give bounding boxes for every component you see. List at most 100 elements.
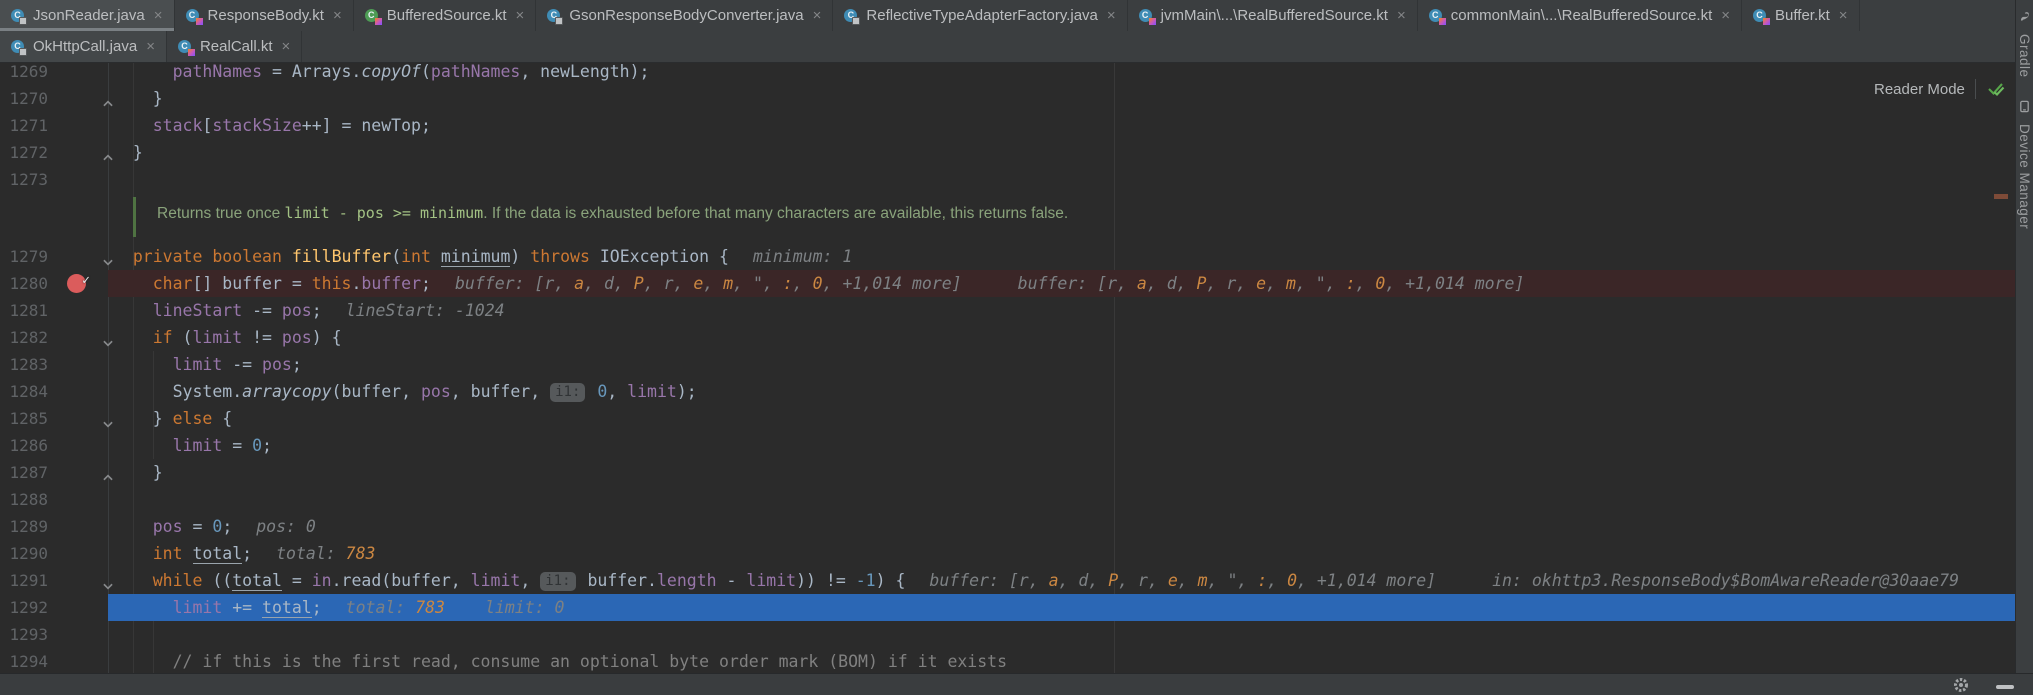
inline-debugger-hint: total: 783 xyxy=(276,544,376,563)
inline-debugger-hint: limit: 0 xyxy=(485,598,565,617)
line-number[interactable]: 1291 xyxy=(0,567,48,594)
code-line-1293: 1293 xyxy=(0,621,2015,648)
line-number[interactable]: 1293 xyxy=(0,621,48,648)
code-line-1279: 1279 private boolean fillBuffer(int mini… xyxy=(0,243,2015,270)
inspections-ok-check-icon[interactable] xyxy=(1986,79,2006,99)
java-class-icon: C xyxy=(844,8,861,25)
tab-label: commonMain\...\RealBufferedSource.kt xyxy=(1450,7,1713,24)
code-line-1271: 1271 stack[stackSize++] = newTop; xyxy=(0,112,2015,139)
fold-marker-icon[interactable] xyxy=(101,92,115,107)
tab-label: JsonReader.java xyxy=(33,7,145,24)
tab-buffer.kt[interactable]: C Buffer.kt × xyxy=(1742,0,1860,31)
line-number[interactable]: 1281 xyxy=(0,297,48,324)
code-text: pos = 0; pos: 0 xyxy=(152,517,316,536)
close-tab-icon[interactable]: × xyxy=(1721,7,1730,24)
close-tab-icon[interactable]: × xyxy=(813,7,822,24)
close-tab-icon[interactable]: × xyxy=(282,38,291,55)
line-number[interactable]: 1290 xyxy=(0,540,48,567)
error-stripe-marker xyxy=(1994,194,2008,199)
kotlin-file-icon: C xyxy=(1428,8,1446,25)
line-number[interactable]: 1284 xyxy=(0,378,48,405)
code-editor[interactable]: Returns true once limit - pos >= minimum… xyxy=(0,62,2015,673)
kotlin-badge-icon xyxy=(374,18,382,25)
code-line-1294: 1294 // if this is the first read, consu… xyxy=(0,648,2015,673)
close-tab-icon[interactable]: × xyxy=(516,7,525,24)
code-text: } xyxy=(113,89,163,108)
line-number[interactable]: 1273 xyxy=(0,166,48,193)
close-tab-icon[interactable]: × xyxy=(1839,7,1848,24)
line-number[interactable]: 1287 xyxy=(0,459,48,486)
hide-panel-icon[interactable] xyxy=(1996,685,2014,689)
code-text: } else { xyxy=(113,409,233,428)
line-number[interactable]: 1285 xyxy=(0,405,48,432)
tab-label: RealCall.kt xyxy=(199,38,273,55)
fold-marker-icon[interactable] xyxy=(101,146,115,161)
tab-realcall.kt[interactable]: C RealCall.kt × xyxy=(167,31,303,62)
tab-responsebody.kt[interactable]: C ResponseBody.kt × xyxy=(175,0,354,31)
fold-marker-icon[interactable] xyxy=(101,574,115,590)
line-number[interactable]: 1294 xyxy=(0,648,48,673)
reader-mode-label[interactable]: Reader Mode xyxy=(1874,81,1965,98)
close-tab-icon[interactable]: × xyxy=(154,7,163,24)
tab-reflectivetypeadapterfactory.java[interactable]: C ReflectiveTypeAdapterFactory.java × xyxy=(833,0,1128,31)
line-number[interactable]: 1288 xyxy=(0,486,48,513)
code-line-1283: 1283 limit -= pos; xyxy=(0,351,2015,378)
line-number[interactable]: 1272 xyxy=(0,139,48,166)
fold-marker-icon[interactable] xyxy=(101,466,115,481)
tab-label: BufferedSource.kt xyxy=(386,7,507,24)
tool-window-button-gradle[interactable]: Gradle xyxy=(2017,10,2032,78)
code-text: } xyxy=(113,463,163,482)
line-number[interactable]: 1283 xyxy=(0,351,48,378)
fold-marker-icon[interactable] xyxy=(101,331,115,347)
kotlin-file-icon: C xyxy=(1138,8,1156,25)
rendered-doc-comment: Returns true once limit - pos >= minimum… xyxy=(0,193,2015,243)
doc-code: limit - pos >= minimum xyxy=(284,204,484,222)
close-tab-icon[interactable]: × xyxy=(1107,7,1116,24)
code-text: while ((total = in.read(buffer, limit, i… xyxy=(152,571,1959,591)
doc-prose: . If the data is exhausted before that m… xyxy=(483,205,1069,222)
close-tab-icon[interactable]: × xyxy=(1397,7,1406,24)
inline-debugger-hint: pos: 0 xyxy=(256,517,316,536)
code-line-1289: 1289 pos = 0; pos: 0 xyxy=(0,513,2015,540)
breakpoint-verified-check: ✓ xyxy=(82,273,90,288)
close-tab-icon[interactable]: × xyxy=(333,7,342,24)
line-number[interactable]: 1286 xyxy=(0,432,48,459)
fold-marker-icon[interactable] xyxy=(101,412,115,428)
code-line-1286: 1286 limit = 0; xyxy=(0,432,2015,459)
tab-commonmain-...-realbufferedsource.kt[interactable]: CcommonMain\...\RealBufferedSource.kt × xyxy=(1418,0,1743,31)
tab-row-1: C JsonReader.java × C ResponseBody.kt × C Buffe… xyxy=(0,0,2015,31)
reader-mode-banner: Reader Mode xyxy=(1874,78,2006,100)
gradle-icon xyxy=(2018,10,2031,28)
settings-gear-icon[interactable] xyxy=(1952,676,1970,694)
line-number[interactable]: 1282 xyxy=(0,324,48,351)
line-number[interactable]: 1279 xyxy=(0,243,48,270)
line-number[interactable]: 1280 xyxy=(0,270,48,297)
close-tab-icon[interactable]: × xyxy=(146,38,155,55)
tool-window-label: Gradle xyxy=(2017,34,2032,78)
tab-okhttpcall.java[interactable]: C OkHttpCall.java × xyxy=(0,31,167,62)
line-number[interactable]: 1271 xyxy=(0,112,48,139)
tab-bufferedsource.kt[interactable]: C BufferedSource.kt × xyxy=(354,0,537,31)
editor-tab-bar: C JsonReader.java × C ResponseBody.kt × C Buffe… xyxy=(0,0,2015,63)
tool-window-label: Device Manager xyxy=(2017,123,2032,229)
code-text: int total; total: 783 xyxy=(152,544,376,564)
inline-debugger-hint: lineStart: -1024 xyxy=(345,301,505,320)
tab-jvmmain-...-realbufferedsource.kt[interactable]: CjvmMain\...\RealBufferedSource.kt × xyxy=(1128,0,1418,31)
line-number[interactable]: 1292 xyxy=(0,594,48,621)
line-number[interactable]: 1289 xyxy=(0,513,48,540)
fold-marker-icon[interactable] xyxy=(101,250,115,266)
breakpoint-icon[interactable]: ✓ xyxy=(67,273,90,293)
line-number[interactable]: 1270 xyxy=(0,85,48,112)
tab-gsonresponsebodyconverter.java[interactable]: C GsonResponseBodyConverter.java × xyxy=(536,0,834,31)
tab-label: ResponseBody.kt xyxy=(207,7,324,24)
parameter-hint: i1: xyxy=(550,383,586,402)
code-line-1282: 1282 if (limit != pos) { xyxy=(0,324,2015,351)
tool-window-button-device-manager[interactable]: Device Manager xyxy=(2017,100,2032,229)
code-line-1270: 1270 } xyxy=(0,85,2015,112)
tab-jsonreader.java[interactable]: C JsonReader.java × xyxy=(0,0,175,31)
divider xyxy=(1974,79,1976,99)
code-text: limit -= pos; xyxy=(172,355,302,374)
code-text: lineStart -= pos; lineStart: -1024 xyxy=(152,301,505,320)
tab-row-2: C OkHttpCall.java × C RealCall.kt × xyxy=(0,31,2015,62)
line-number[interactable]: 1269 xyxy=(0,62,48,85)
